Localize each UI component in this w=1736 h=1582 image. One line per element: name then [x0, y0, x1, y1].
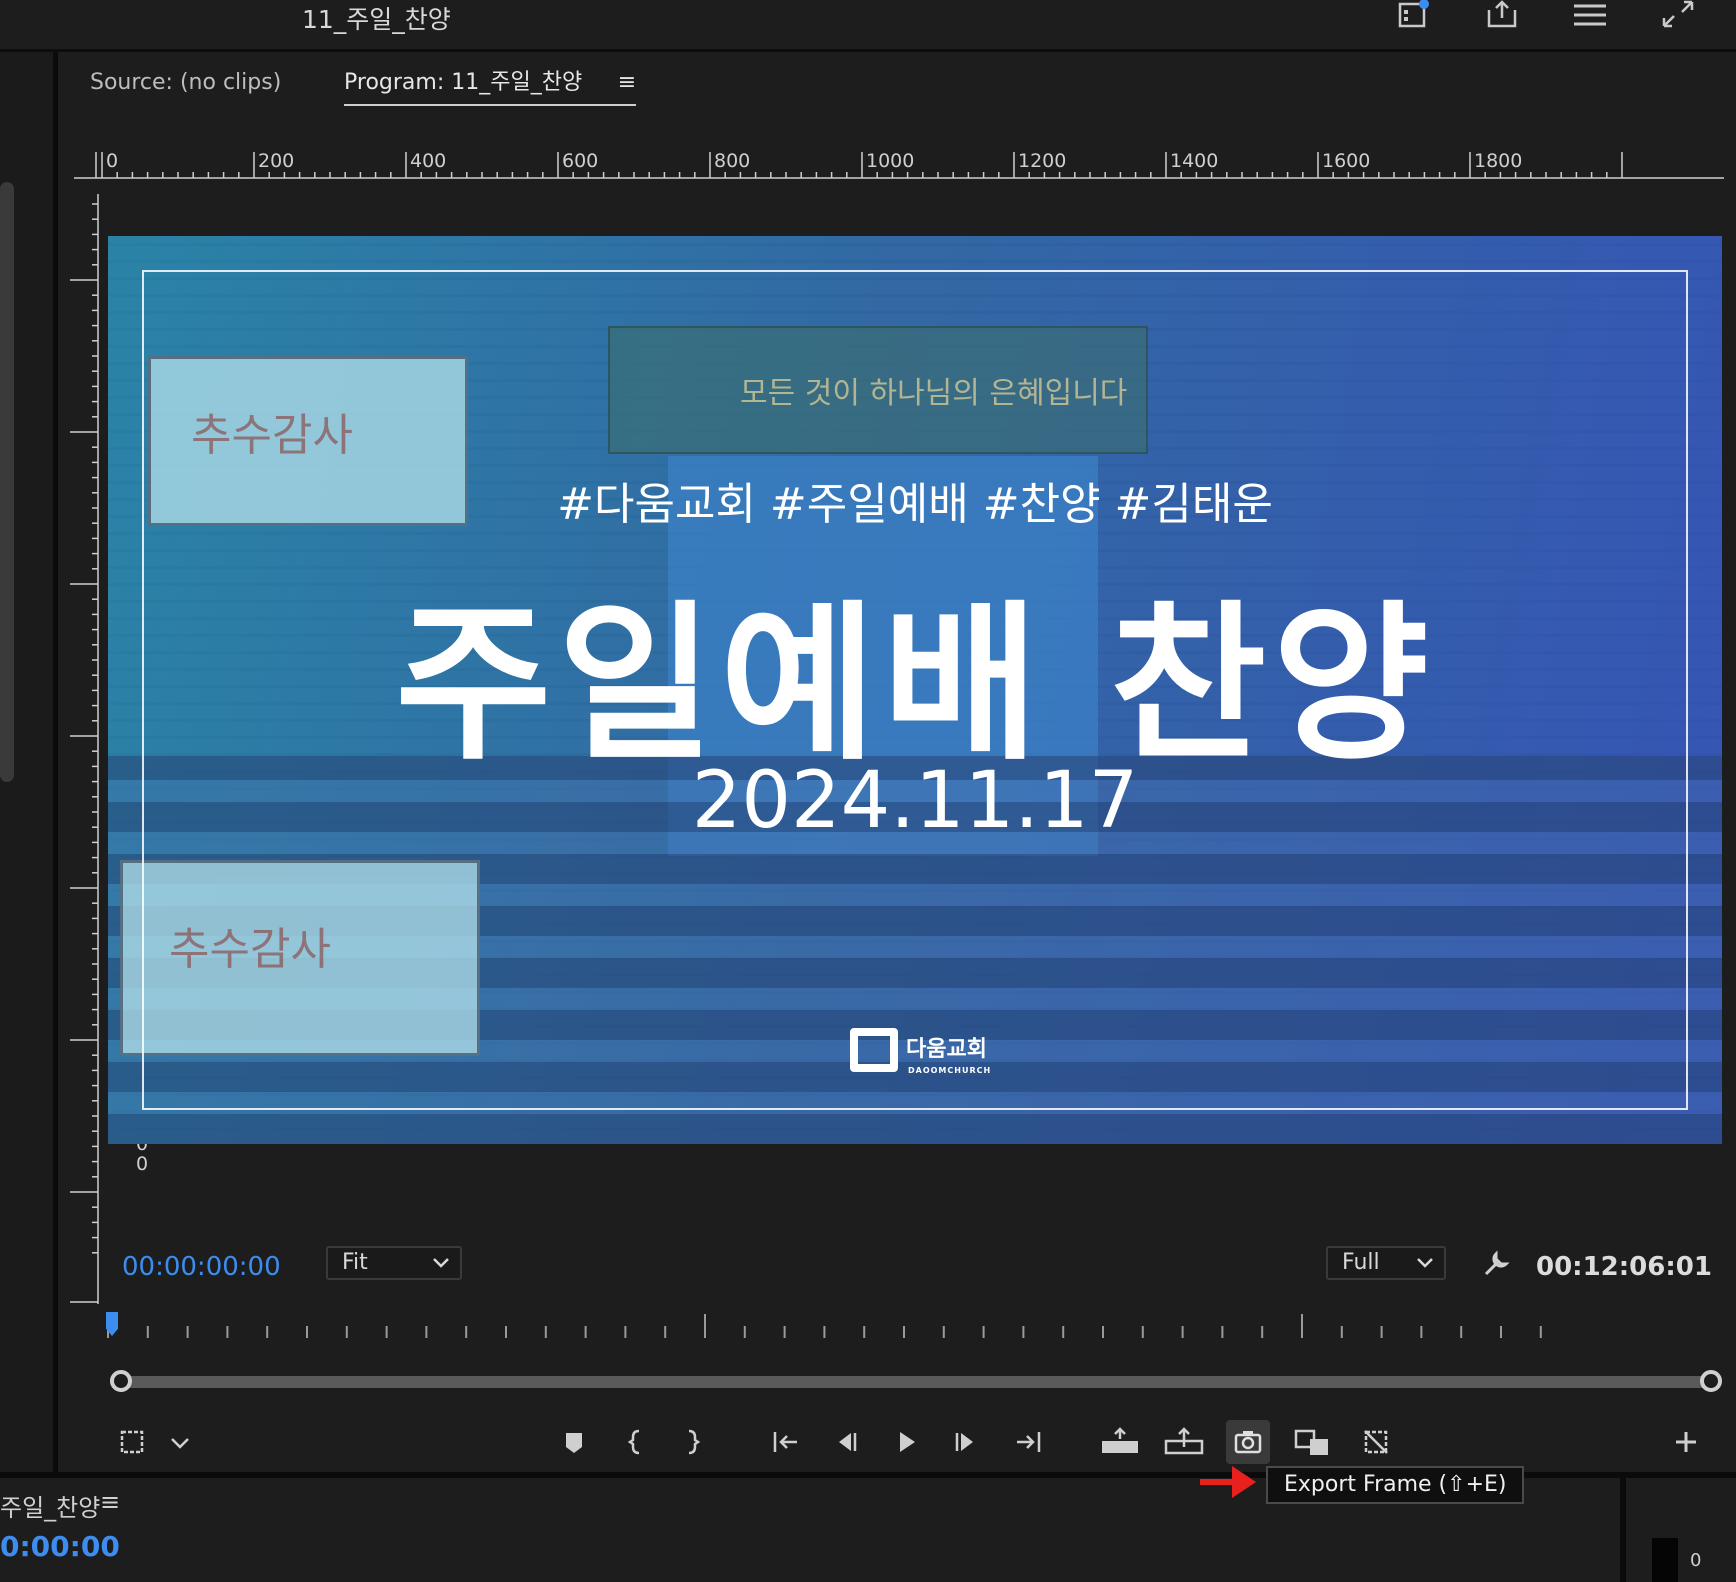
church-logo-sub: DAOOMCHURCH	[908, 1066, 992, 1075]
step-forward-button[interactable]	[944, 1420, 988, 1464]
add-marker-button[interactable]	[552, 1420, 596, 1464]
ruler-label: 800	[714, 150, 751, 172]
ruler-label: 1000	[866, 150, 915, 172]
time-ruler[interactable]	[106, 1312, 1736, 1342]
transport-buttons	[66, 1420, 1736, 1464]
ruler-label: 400	[410, 150, 447, 172]
ruler-label: 600	[562, 150, 599, 172]
top-bar: 11_주일_찬양	[0, 0, 1736, 52]
tab-program[interactable]: Program: 11_주일_찬양 ≡	[344, 60, 637, 106]
panel-divider	[1620, 1478, 1626, 1582]
step-back-button[interactable]	[824, 1420, 868, 1464]
workspaces-icon[interactable]	[1572, 0, 1608, 30]
left-panel	[0, 52, 58, 1472]
export-frame-tooltip: Export Frame (⇧+E)	[1266, 1466, 1525, 1504]
red-arrow-icon	[1200, 1466, 1256, 1498]
go-to-out-button[interactable]	[1006, 1420, 1050, 1464]
church-logo: 다움교회 DAOOMCHURCH	[850, 1028, 991, 1075]
video-date: 2024.11.17	[691, 756, 1139, 846]
video-hashtags: #다움교회 #주일예배 #찬양 #김태운	[557, 479, 1273, 530]
button-editor-plus-icon[interactable]	[1664, 1420, 1708, 1464]
church-logo-text: 다움교회	[906, 1037, 987, 1062]
settings-chevron-icon[interactable]	[158, 1420, 202, 1464]
duration-timecode: 00:12:06:01	[1536, 1252, 1712, 1282]
play-button[interactable]	[884, 1420, 928, 1464]
zoom-handle-left[interactable]	[110, 1370, 132, 1392]
comparison-view-button[interactable]	[1290, 1420, 1334, 1464]
timeline-sequence-tab[interactable]: 주일_찬양	[0, 1488, 100, 1523]
project-icon[interactable]	[1396, 0, 1432, 30]
playhead-timecode[interactable]: 00:00:00:00	[122, 1252, 281, 1282]
go-to-in-button[interactable]	[764, 1420, 808, 1464]
monitor-controls: 00:00:00:00 Fit Full 00:12:06:01	[66, 1246, 1736, 1472]
ruler-label: 1400	[1170, 150, 1219, 172]
zoom-handle-right[interactable]	[1700, 1370, 1722, 1392]
lift-button[interactable]	[1098, 1420, 1142, 1464]
left-scrollbar[interactable]	[0, 182, 14, 782]
tab-program-label: Program: 11_주일_찬양	[344, 70, 583, 95]
ruler-label: 1600	[1322, 150, 1371, 172]
mark-out-button[interactable]	[670, 1420, 714, 1464]
mark-in-button[interactable]	[614, 1420, 658, 1464]
audio-meter-label: 0	[1690, 1550, 1702, 1571]
share-icon[interactable]	[1484, 0, 1520, 30]
settings-wrench-icon[interactable]	[1482, 1248, 1512, 1285]
chevron-down-icon	[432, 1248, 450, 1288]
vertical-ruler	[70, 194, 99, 1304]
extract-button[interactable]	[1162, 1420, 1206, 1464]
program-video-frame[interactable]: 추수감사 추수감사 모든 것이 하나님의 은혜입니다 #다움교회 #주일예배 #…	[108, 236, 1722, 1144]
chevron-down-icon	[1416, 1248, 1434, 1288]
zoom-dropdown[interactable]: Fit	[326, 1246, 462, 1280]
panel-menu-icon[interactable]: ≡	[618, 60, 636, 106]
sequence-title: 11_주일_찬양	[302, 5, 451, 34]
zoom-scrollbar[interactable]	[112, 1376, 1712, 1388]
zoom-dropdown-value: Fit	[342, 1250, 368, 1275]
tab-source[interactable]: Source: (no clips)	[90, 60, 281, 106]
resolution-dropdown[interactable]: Full	[1326, 1246, 1446, 1280]
timeline-menu-icon[interactable]: ≡	[100, 1488, 120, 1516]
ruler-label: 1800	[1474, 150, 1523, 172]
ruler-label: 1200	[1018, 150, 1067, 172]
safe-margins-button[interactable]	[110, 1420, 154, 1464]
resolution-dropdown-value: Full	[1342, 1250, 1380, 1275]
ruler-label: 200	[258, 150, 295, 172]
toggle-proxies-button[interactable]	[1354, 1420, 1398, 1464]
fullscreen-icon[interactable]	[1660, 0, 1696, 30]
export-frame-button[interactable]	[1226, 1420, 1270, 1464]
church-logo-mark	[850, 1028, 898, 1072]
audio-meter	[1652, 1538, 1678, 1582]
timeline-timecode[interactable]: 0:00:00	[0, 1530, 120, 1563]
ruler-label: 0	[106, 150, 119, 172]
